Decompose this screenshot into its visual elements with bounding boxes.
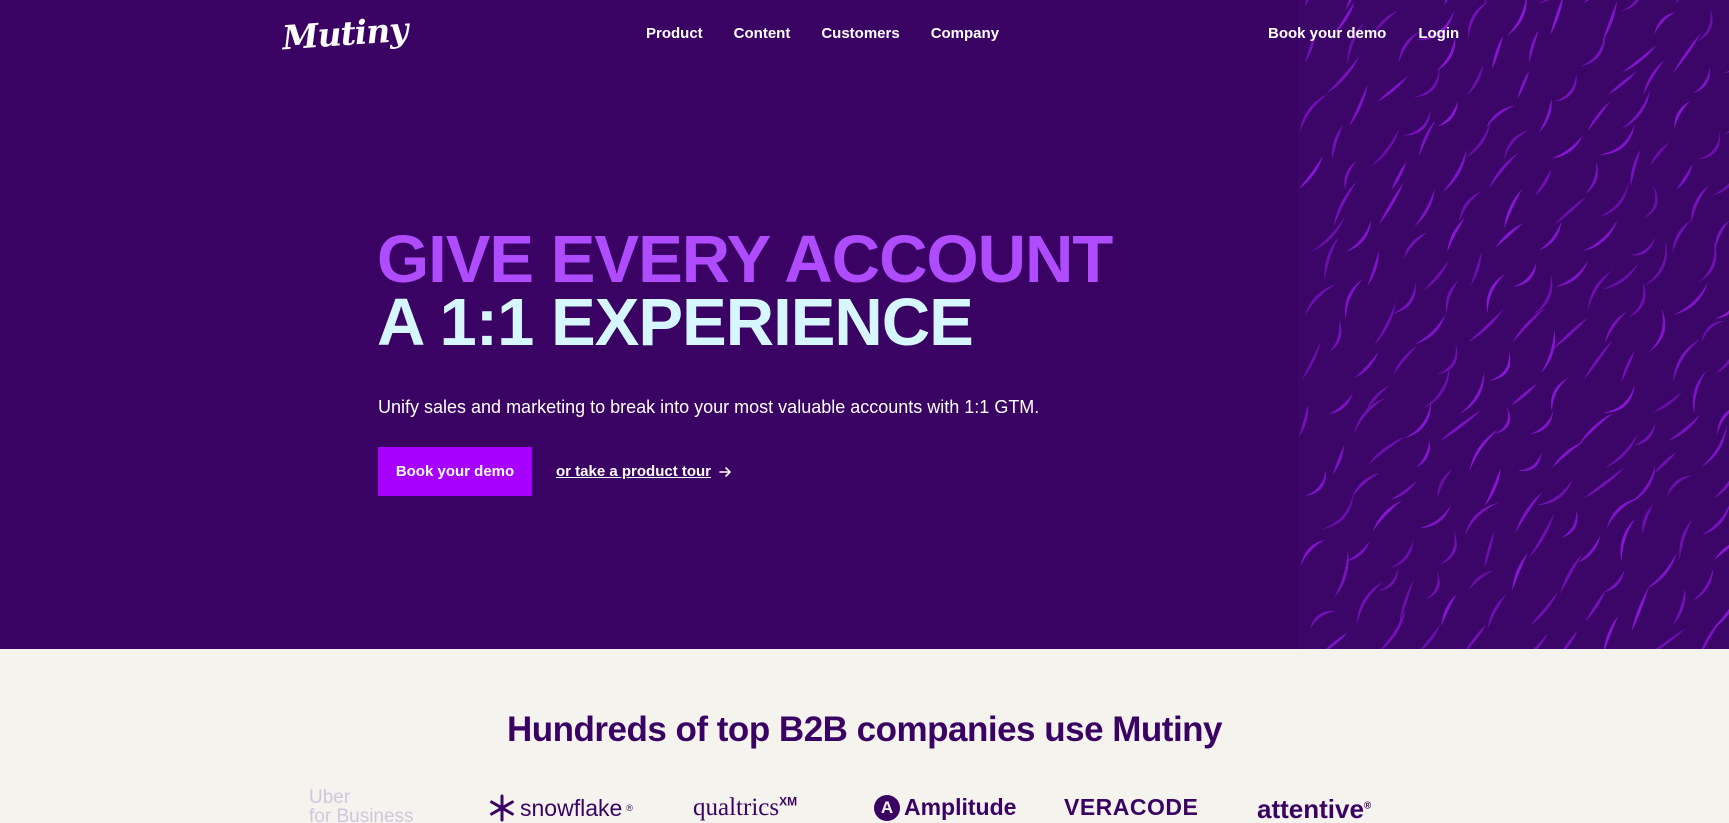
- qualtrics-logo: qualtricsXM: [693, 794, 797, 822]
- nav-item-product[interactable]: Product: [646, 25, 703, 42]
- snowflake-icon: [490, 794, 514, 822]
- nav-right: Book your demo Login: [1268, 25, 1459, 42]
- qualtrics-sup: XM: [779, 794, 798, 809]
- snowflake-text: snowflake: [520, 794, 623, 821]
- arrow-right-icon: [719, 466, 731, 477]
- attentive-text: attentive: [1257, 794, 1364, 823]
- uber-logo-line-2: for Business: [309, 806, 414, 823]
- product-tour-link[interactable]: or take a product tour: [556, 463, 732, 480]
- hero-section: Mutiny Product Content Customers Company…: [0, 0, 1729, 649]
- book-demo-button[interactable]: Book your demo: [378, 447, 532, 496]
- snowflake-mark: ®: [626, 803, 633, 813]
- mutiny-logo[interactable]: Mutiny: [281, 10, 409, 58]
- customer-logos: Uber for Business snowflake ® qualtricsXM…: [0, 788, 1729, 823]
- main-nav: Product Content Customers Company: [646, 25, 999, 42]
- amplitude-logo: A Amplitude: [874, 794, 1016, 821]
- decorative-pattern: [1298, 0, 1729, 649]
- attentive-logo: attentive®: [1257, 794, 1371, 823]
- attentive-mark: ®: [1363, 800, 1372, 812]
- qualtrics-text: qualtrics: [693, 794, 780, 821]
- veracode-logo: VERACODE: [1064, 794, 1199, 820]
- uber-logo-line-1: Uber: [309, 787, 351, 808]
- nav-book-demo-link[interactable]: Book your demo: [1268, 25, 1386, 42]
- hero-headline: GIVE EVERY ACCOUNT A 1:1 EXPERIENCE: [377, 222, 1113, 360]
- headline-line-2: A 1:1 EXPERIENCE: [377, 285, 974, 360]
- nav-login-link[interactable]: Login: [1418, 25, 1459, 42]
- hero-subtitle: Unify sales and marketing to break into …: [378, 397, 1040, 417]
- nav-item-customers[interactable]: Customers: [821, 25, 899, 42]
- amplitude-text: Amplitude: [904, 794, 1017, 820]
- uber-for-business-logo: Uber for Business: [309, 788, 429, 823]
- customers-title: Hundreds of top B2B companies use Mutiny: [506, 710, 1223, 749]
- headline-line-1: GIVE EVERY ACCOUNT: [377, 222, 1113, 297]
- snowflake-logo: snowflake ®: [488, 794, 633, 822]
- product-tour-label: or take a product tour: [556, 463, 712, 480]
- nav-item-company[interactable]: Company: [931, 25, 999, 42]
- amplitude-icon: A: [874, 794, 900, 821]
- nav-item-content[interactable]: Content: [734, 25, 791, 42]
